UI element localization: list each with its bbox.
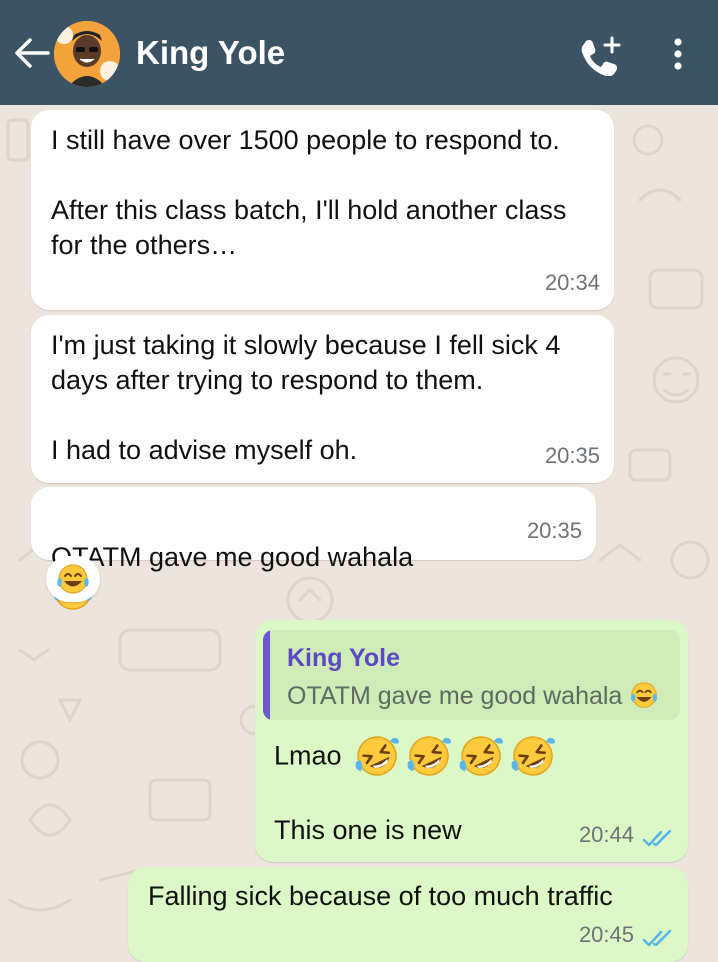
quote-author: King Yole xyxy=(287,644,400,672)
message-reaction[interactable] xyxy=(46,556,100,602)
read-ticks-icon xyxy=(642,930,672,947)
rolling-on-floor-laughing-icon xyxy=(459,736,504,776)
message-text: I still have over 1500 people to respond… xyxy=(51,125,567,260)
message-time: 20:44 xyxy=(578,822,634,847)
face-with-tears-of-joy-icon xyxy=(57,564,89,594)
message-text: Falling sick because of too much traffic xyxy=(148,881,613,911)
quote-accent-bar xyxy=(263,630,270,720)
rolling-on-floor-laughing-icon xyxy=(407,736,452,776)
read-ticks-icon xyxy=(642,830,672,847)
message-time: 20:34 xyxy=(544,270,600,295)
incoming-message[interactable]: I still have over 1500 people to respond… xyxy=(31,110,614,310)
face-with-tears-of-joy-icon xyxy=(631,682,658,709)
outgoing-message[interactable]: Falling sick because of too much traffic… xyxy=(128,867,688,962)
message-time: 20:35 xyxy=(544,443,600,468)
quote-text: OTATM gave me good wahala xyxy=(287,682,623,710)
avatar[interactable] xyxy=(54,21,120,87)
outgoing-message[interactable]: King Yole OTATM gave me good wahala Lmao… xyxy=(255,620,688,862)
message-time: 20:45 xyxy=(578,922,634,947)
rolling-on-floor-laughing-icon xyxy=(511,736,556,776)
incoming-message[interactable]: OTATM gave me good wahala 20:35 xyxy=(31,487,596,610)
message-text: I'm just taking it slowly because I fell… xyxy=(51,330,561,465)
message-text: OTATM gave me good wahala xyxy=(51,542,414,572)
contact-name[interactable]: King Yole xyxy=(136,34,285,72)
rolling-on-floor-laughing-icon xyxy=(355,736,400,776)
incoming-message[interactable]: I'm just taking it slowly because I fell… xyxy=(31,315,614,483)
message-time: 20:35 xyxy=(526,518,582,543)
arrow-left-icon[interactable] xyxy=(12,36,52,70)
add-call-icon[interactable] xyxy=(578,36,624,76)
emoji-row xyxy=(349,736,557,776)
more-vertical-icon[interactable] xyxy=(666,36,690,76)
quoted-message[interactable]: King Yole OTATM gave me good wahala xyxy=(263,630,680,720)
chat-header: King Yole xyxy=(0,0,718,105)
message-text: This one is new xyxy=(274,815,462,845)
message-list: I still have over 1500 people to respond… xyxy=(0,105,718,962)
message-text: Lmao xyxy=(274,740,342,771)
